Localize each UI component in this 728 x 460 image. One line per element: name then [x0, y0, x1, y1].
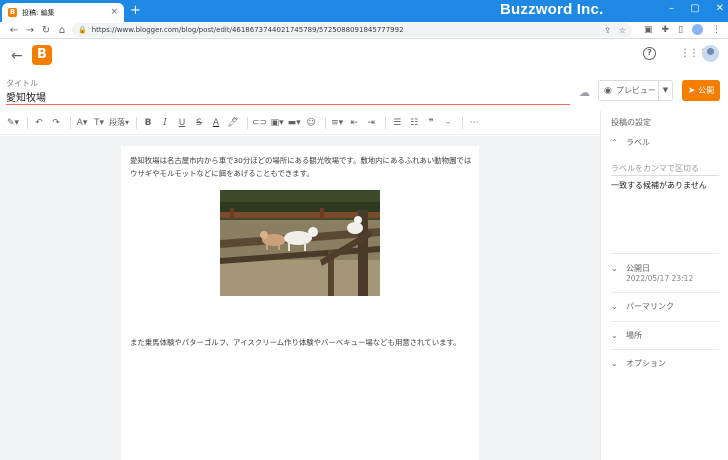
underline-icon[interactable]: U: [175, 115, 189, 131]
browser-tab[interactable]: B 投稿: 編集 ×: [2, 3, 124, 22]
watermark: Buzzword Inc.: [500, 1, 604, 18]
publish-date-section-toggle[interactable]: ⌄ 公開日: [611, 263, 650, 274]
chevron-up-icon: ⌃: [611, 138, 618, 147]
italic-icon[interactable]: I: [158, 115, 172, 131]
strikethrough-icon[interactable]: S: [192, 115, 206, 131]
window-controls: – ▢ ✕: [669, 3, 724, 14]
labels-title: ラベル: [626, 138, 650, 147]
indent-decrease-icon[interactable]: ⇤: [347, 115, 361, 131]
numbered-list-icon[interactable]: ☷: [407, 115, 421, 131]
bulleted-list-icon[interactable]: ☰: [390, 115, 404, 131]
permalink-section-toggle[interactable]: ⌄ パーマリンク: [611, 301, 674, 312]
options-section-toggle[interactable]: ⌄ オプション: [611, 358, 666, 369]
post-settings-sidebar: 投稿の設定 ⌃ ラベル 一致する候補がありません ⌄ 公開日 2022/05/1…: [600, 111, 728, 460]
close-window-icon[interactable]: ✕: [716, 3, 724, 14]
chevron-down-icon: ⌄: [611, 302, 618, 311]
editor-canvas: 愛知牧場は名古屋市内から車で30分ほどの場所にある観光牧場です。敷地内にあるふれ…: [0, 136, 600, 460]
maximize-icon[interactable]: ▢: [690, 3, 699, 14]
menu-icon[interactable]: ⋮: [712, 25, 721, 35]
chevron-down-icon: ⌄: [611, 359, 618, 368]
tab-title: 投稿: 編集: [22, 8, 55, 17]
puzzle-icon[interactable]: ✚: [662, 25, 670, 35]
publish-date-value: 2022/05/17 23:12: [626, 274, 694, 283]
post-paragraph-2[interactable]: また乗馬体験やパターゴルフ、アイスクリーム作り体験やバーベキュー場なども用意され…: [130, 336, 472, 349]
font-size-icon[interactable]: T▾: [92, 115, 106, 131]
back-arrow-icon[interactable]: ←: [11, 48, 23, 64]
permalink-title: パーマリンク: [626, 302, 674, 311]
star-icon[interactable]: ☆: [619, 26, 626, 35]
new-tab-button[interactable]: +: [130, 4, 141, 18]
redo-icon[interactable]: ↷: [49, 115, 63, 131]
publish-button[interactable]: ➤ 公開: [682, 80, 720, 101]
lock-icon: 🔒: [78, 26, 87, 34]
address-bar[interactable]: 🔒 https://www.blogger.com/blog/post/edit…: [72, 23, 632, 37]
post-settings-heading: 投稿の設定: [611, 118, 651, 127]
app-header: ← B ? ⋮⋮⋮: [0, 39, 728, 76]
indent-increase-icon[interactable]: ⇥: [364, 115, 378, 131]
extension-icon[interactable]: ▣: [644, 25, 653, 35]
forward-nav-icon[interactable]: →: [22, 25, 38, 36]
quote-icon[interactable]: ❞: [424, 115, 438, 131]
preview-dropdown-icon[interactable]: ▼: [658, 81, 672, 100]
post-paragraph-1[interactable]: 愛知牧場は名古屋市内から車で30分ほどの場所にある観光牧場です。敷地内にあるふれ…: [130, 154, 472, 180]
browser-titlebar: B 投稿: 編集 × + Buzzword Inc. – ▢ ✕: [0, 0, 728, 22]
location-section-toggle[interactable]: ⌄ 場所: [611, 330, 642, 341]
image-icon[interactable]: ▣▾: [270, 115, 284, 131]
more-icon[interactable]: ⋯: [467, 115, 481, 131]
undo-icon[interactable]: ↶: [32, 115, 46, 131]
blogger-favicon-icon: B: [8, 8, 17, 17]
browser-toolbar: ← → ↻ ⌂ 🔒 https://www.blogger.com/blog/p…: [0, 22, 728, 39]
compose-mode-icon[interactable]: ✎▾: [6, 115, 20, 131]
editor-toolbar: ✎▾ ↶ ↷ A▾ T▾ 段落▾ B I U S A 🖊 ⊂⊃ ▣▾ ▬▾ ☺ …: [0, 111, 600, 135]
emoji-icon[interactable]: ☺: [304, 115, 318, 131]
help-icon[interactable]: ?: [643, 47, 656, 60]
chevron-down-icon: ⌄: [611, 264, 618, 273]
send-icon: ➤: [687, 85, 696, 96]
labels-input[interactable]: [611, 161, 719, 176]
minimize-icon[interactable]: –: [669, 3, 674, 14]
editor-page[interactable]: 愛知牧場は名古屋市内から車で30分ほどの場所にある観光牧場です。敷地内にあるふれ…: [121, 146, 479, 460]
highlight-icon[interactable]: 🖊: [226, 115, 240, 131]
video-icon[interactable]: ▬▾: [287, 115, 301, 131]
goats-photo: [220, 190, 380, 296]
align-icon[interactable]: ≡▾: [330, 115, 344, 131]
back-nav-icon[interactable]: ←: [6, 25, 22, 36]
paragraph-dropdown[interactable]: 段落▾: [109, 115, 129, 131]
preview-label: プレビュー: [615, 86, 656, 95]
bold-icon[interactable]: B: [141, 115, 155, 131]
profile-icon[interactable]: [692, 24, 704, 35]
post-title-input[interactable]: [6, 89, 570, 105]
font-icon[interactable]: A▾: [75, 115, 89, 131]
reload-icon[interactable]: ↻: [38, 25, 54, 36]
avatar[interactable]: [702, 45, 719, 62]
blogger-logo-icon[interactable]: B: [32, 45, 52, 65]
eye-icon: ◉: [604, 85, 612, 96]
title-label: タイトル: [6, 79, 38, 88]
paragraph-label: 段落: [109, 117, 125, 127]
sidepanel-icon[interactable]: ▯: [678, 25, 683, 35]
publish-date-title: 公開日: [626, 264, 650, 273]
chevron-down-icon: ⌄: [611, 331, 618, 340]
link-icon[interactable]: ⊂⊃: [252, 115, 267, 131]
options-title: オプション: [626, 359, 666, 368]
publish-label: 公開: [698, 86, 715, 95]
preview-button[interactable]: ◉ プレビュー ▼: [598, 80, 673, 101]
labels-no-match: 一致する候補がありません: [611, 181, 707, 190]
labels-section-toggle[interactable]: ⌃ ラベル: [611, 137, 650, 148]
share-icon[interactable]: ⇪: [604, 26, 611, 35]
tab-close-icon[interactable]: ×: [110, 8, 118, 17]
home-icon[interactable]: ⌂: [54, 25, 70, 36]
post-image-goats[interactable]: [220, 190, 380, 296]
url-text[interactable]: https://www.blogger.com/blog/post/edit/4…: [92, 26, 599, 34]
location-title: 場所: [626, 331, 642, 340]
cloud-saved-icon: ☁: [579, 86, 590, 99]
horizontal-rule-icon[interactable]: –: [441, 115, 455, 131]
text-color-icon[interactable]: A: [209, 115, 223, 131]
